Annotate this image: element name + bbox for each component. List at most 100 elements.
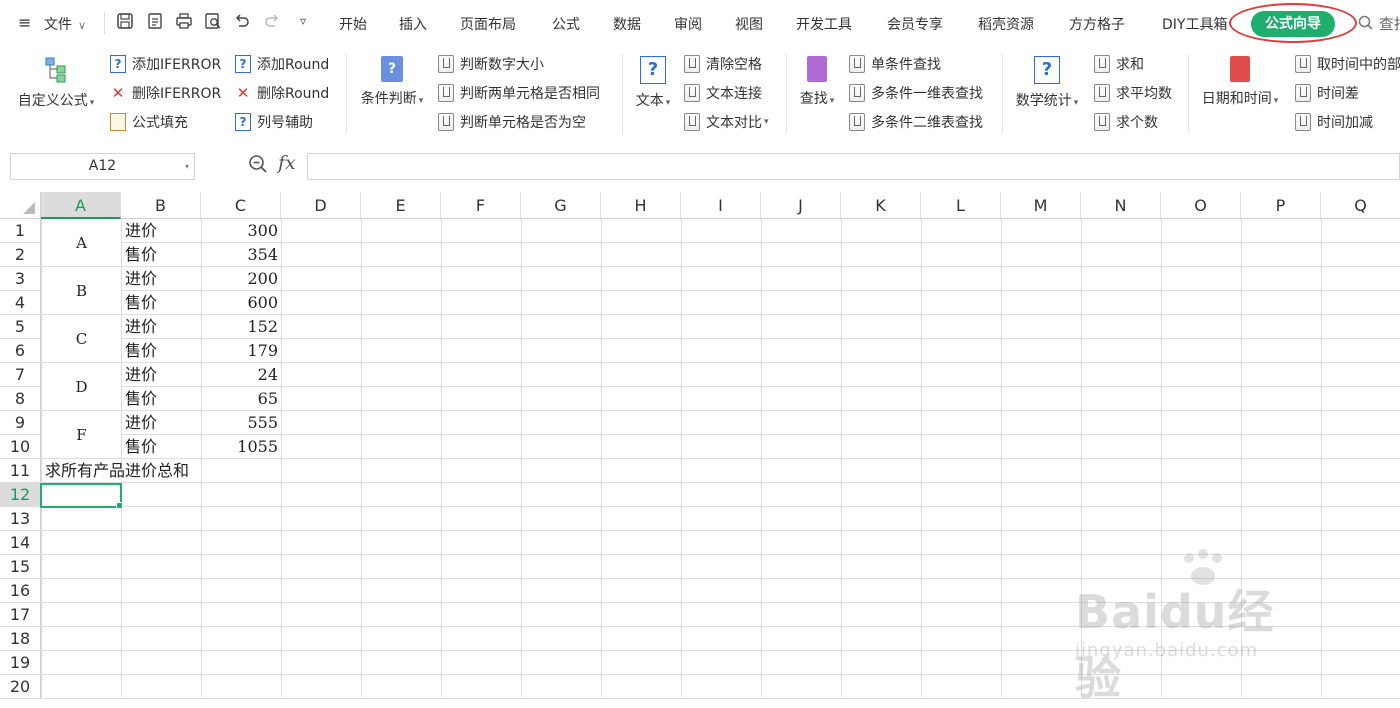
text-join-button[interactable]: 文本连接 (684, 82, 762, 104)
cell-price-label[interactable]: 售价 (125, 340, 157, 362)
redo-icon[interactable] (261, 10, 283, 32)
tab-ffcell[interactable]: 方方格子 (1069, 14, 1125, 34)
merged-cell-product-name[interactable]: C (42, 315, 121, 362)
row-header-16[interactable]: 16 (0, 579, 41, 603)
time-diff-button[interactable]: 时间差 (1295, 82, 1359, 104)
cell-price-label[interactable]: 进价 (125, 220, 157, 242)
zoom-icon[interactable] (248, 154, 268, 179)
tab-developer[interactable]: 开发工具 (796, 14, 852, 34)
insert-function-button[interactable]: fx (278, 152, 296, 174)
hamburger-menu-icon[interactable]: ≡ (18, 13, 31, 32)
add-round-button[interactable]: ? 添加Round (235, 53, 329, 75)
judge-two-cells-button[interactable]: 判断两单元格是否相同 (438, 82, 600, 104)
fill-handle[interactable] (116, 502, 123, 509)
tab-insert[interactable]: 插入 (399, 14, 427, 34)
extract-time-button[interactable]: 取时间中的部 (1295, 53, 1400, 75)
column-header-a[interactable]: A (41, 192, 121, 219)
row-header-1[interactable]: 1 (0, 219, 41, 243)
column-header-f[interactable]: F (441, 192, 521, 219)
column-header-h[interactable]: H (601, 192, 681, 219)
judge-empty-button[interactable]: 判断单元格是否为空 (438, 111, 586, 133)
row-header-6[interactable]: 6 (0, 339, 41, 363)
merged-cell-product-name[interactable]: D (42, 363, 121, 410)
add-iferror-button[interactable]: ? 添加IFERROR (110, 53, 221, 75)
select-all-corner[interactable] (0, 192, 41, 219)
column-header-n[interactable]: N (1081, 192, 1161, 219)
active-cell-a12[interactable] (40, 483, 123, 509)
row-header-3[interactable]: 3 (0, 267, 41, 291)
merged-cell-product-name[interactable]: F (42, 411, 121, 458)
row-header-19[interactable]: 19 (0, 651, 41, 675)
clear-space-button[interactable]: 清除空格 (684, 53, 762, 75)
judge-number-size-button[interactable]: 判断数字大小 (438, 53, 544, 75)
row-header-2[interactable]: 2 (0, 243, 41, 267)
cell-price-label[interactable]: 售价 (125, 436, 157, 458)
column-header-m[interactable]: M (1001, 192, 1081, 219)
cell-price-value[interactable]: 65 (201, 388, 278, 410)
delete-round-button[interactable]: ✕ 删除Round (235, 82, 330, 104)
multi-1d-lookup-button[interactable]: 多条件一维表查找 (849, 82, 983, 104)
cell-price-value[interactable]: 179 (201, 340, 278, 362)
column-header-i[interactable]: I (681, 192, 761, 219)
save-icon[interactable] (114, 10, 136, 32)
search-button[interactable]: 查找 (1358, 13, 1400, 34)
delete-iferror-button[interactable]: ✕ 删除IFERROR (110, 82, 222, 104)
cell-price-value[interactable]: 300 (201, 220, 278, 242)
file-menu[interactable]: 文件 ∨ (44, 14, 86, 34)
tab-view[interactable]: 视图 (735, 14, 763, 34)
column-header-d[interactable]: D (281, 192, 361, 219)
formula-input[interactable] (307, 153, 1400, 180)
cell-price-label[interactable]: 售价 (125, 292, 157, 314)
column-header-j[interactable]: J (761, 192, 841, 219)
cell-price-label[interactable]: 售价 (125, 244, 157, 266)
print-preview-icon[interactable] (202, 10, 224, 32)
row-header-5[interactable]: 5 (0, 315, 41, 339)
row-header-20[interactable]: 20 (0, 675, 41, 699)
average-button[interactable]: 求平均数 (1094, 82, 1172, 104)
row-header-15[interactable]: 15 (0, 555, 41, 579)
time-add-button[interactable]: 时间加减 (1295, 111, 1373, 133)
export-pdf-icon[interactable] (144, 10, 166, 32)
tab-start[interactable]: 开始 (339, 14, 367, 34)
print-icon[interactable] (173, 10, 195, 32)
cell-price-value[interactable]: 555 (201, 412, 278, 434)
cell-price-value[interactable]: 24 (201, 364, 278, 386)
tab-member[interactable]: 会员专享 (887, 14, 943, 34)
cell-price-value[interactable]: 152 (201, 316, 278, 338)
row-header-4[interactable]: 4 (0, 291, 41, 315)
row-header-13[interactable]: 13 (0, 507, 41, 531)
custom-formula-button[interactable]: 自定义公式 ▾ (12, 56, 100, 110)
row-header-18[interactable]: 18 (0, 627, 41, 651)
row-header-11[interactable]: 11 (0, 459, 41, 483)
single-lookup-button[interactable]: 单条件查找 (849, 53, 941, 75)
column-header-o[interactable]: O (1161, 192, 1241, 219)
column-header-c[interactable]: C (201, 192, 281, 219)
row-header-7[interactable]: 7 (0, 363, 41, 387)
datetime-button[interactable]: 日期和时间 ▾ (1196, 56, 1284, 108)
cell-price-label[interactable]: 进价 (125, 316, 157, 338)
count-button[interactable]: 求个数 (1094, 111, 1158, 133)
merged-cell-product-name[interactable]: B (42, 267, 121, 314)
formula-fill-button[interactable]: 公式填充 (110, 111, 188, 133)
tab-diy-toolbox[interactable]: DIY工具箱 (1162, 14, 1227, 34)
customize-toolbar-icon[interactable]: ▿ (292, 10, 314, 32)
lookup-button[interactable]: 查找 ▾ (795, 56, 839, 108)
tab-docer[interactable]: 稻壳资源 (978, 14, 1034, 34)
row-header-14[interactable]: 14 (0, 531, 41, 555)
condition-judge-button[interactable]: ? 条件判断 ▾ (355, 56, 429, 108)
tab-page-layout[interactable]: 页面布局 (460, 14, 516, 34)
column-header-q[interactable]: Q (1321, 192, 1400, 219)
row-header-9[interactable]: 9 (0, 411, 41, 435)
cell-price-label[interactable]: 进价 (125, 268, 157, 290)
row-header-17[interactable]: 17 (0, 603, 41, 627)
column-header-e[interactable]: E (361, 192, 441, 219)
cell-price-label[interactable]: 进价 (125, 412, 157, 434)
text-compare-button[interactable]: 文本对比 ▾ (684, 111, 769, 133)
row-header-12[interactable]: 12 (0, 483, 41, 507)
column-header-g[interactable]: G (521, 192, 601, 219)
row-header-10[interactable]: 10 (0, 435, 41, 459)
row-header-8[interactable]: 8 (0, 387, 41, 411)
column-header-k[interactable]: K (841, 192, 921, 219)
merged-cell-product-name[interactable]: A (42, 219, 121, 266)
cell-price-label[interactable]: 进价 (125, 364, 157, 386)
